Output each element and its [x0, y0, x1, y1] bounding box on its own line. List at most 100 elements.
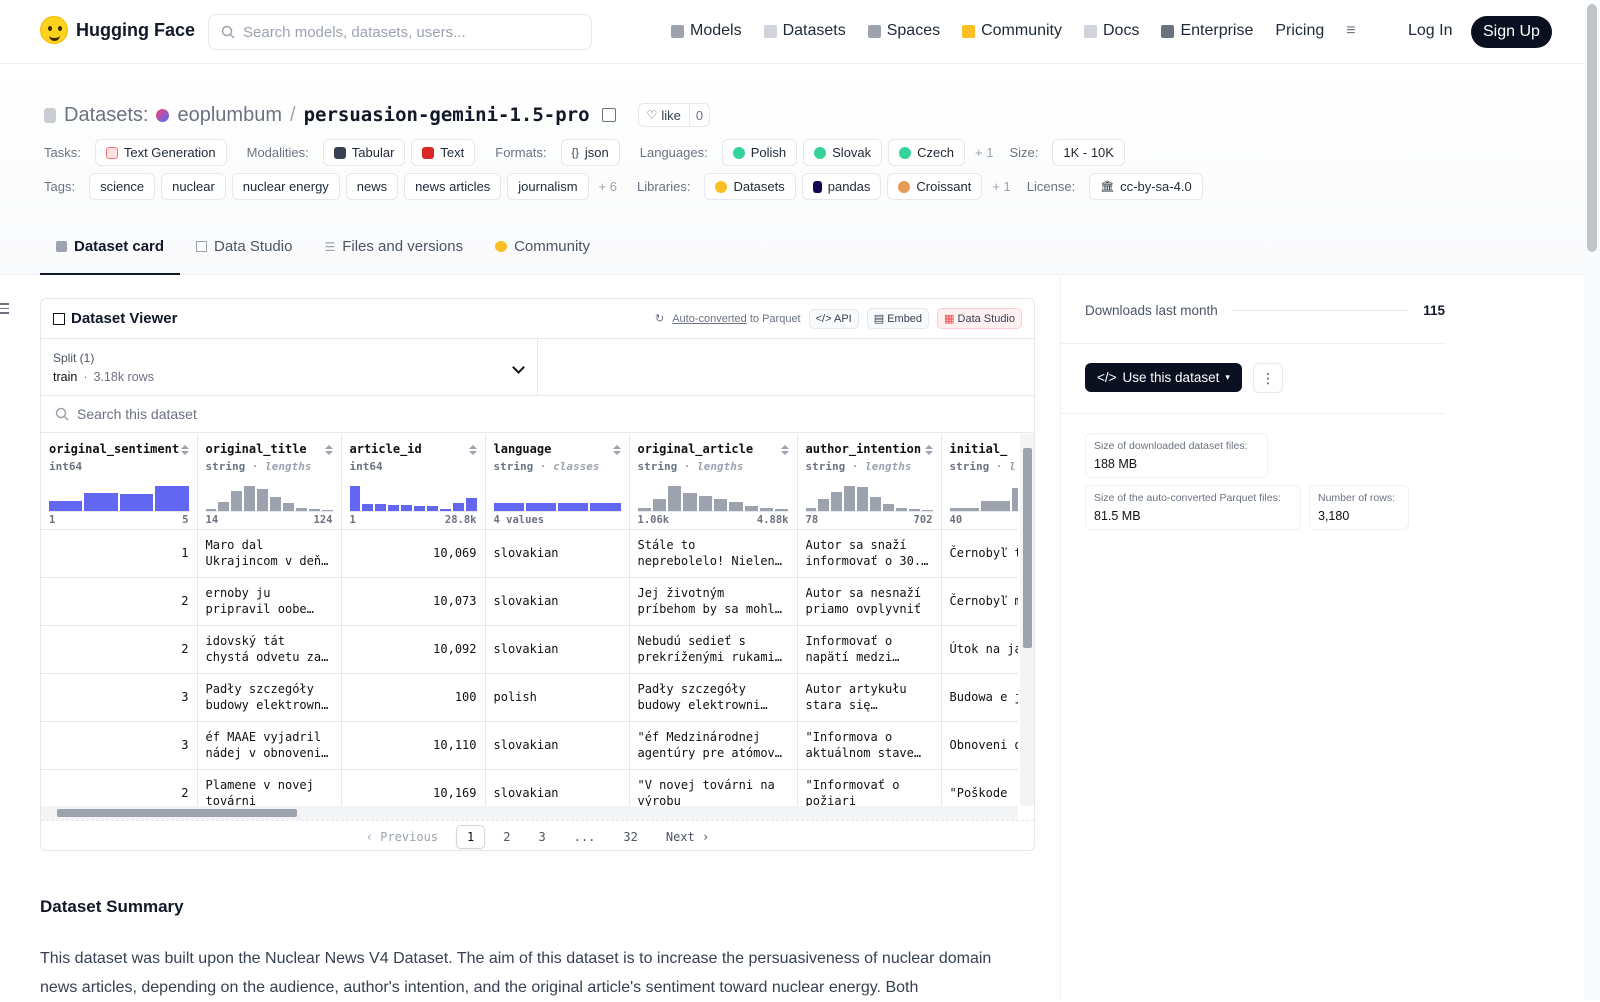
- table-row[interactable]: 2 Plamene v novej továrni 10,169 slovakian "…: [41, 769, 1018, 806]
- table-row[interactable]: 2 idovský tát chystá odvetu za útok 10,092…: [41, 625, 1018, 674]
- library-chip[interactable]: Datasets: [704, 173, 796, 200]
- tag-chip[interactable]: news articles: [404, 173, 502, 200]
- histogram-bar[interactable]: [949, 508, 979, 511]
- nav-enterprise[interactable]: Enterprise: [1150, 18, 1264, 44]
- next-page-button[interactable]: Next ›: [656, 826, 719, 848]
- table-cell[interactable]: Maro dal Ukrajincom v deň výročia: [197, 529, 342, 578]
- histogram-bar[interactable]: [921, 509, 933, 511]
- histogram-bar[interactable]: [270, 496, 281, 511]
- tab-data-studio[interactable]: Data Studio: [180, 238, 308, 275]
- scroll-thumb[interactable]: [57, 809, 297, 817]
- table-cell[interactable]: slovakian: [485, 721, 630, 770]
- sort-icon[interactable]: [612, 445, 621, 455]
- table-cell[interactable]: ernoby ju pripravil oobe zaujímavé: [197, 577, 342, 626]
- histogram-bar[interactable]: [525, 503, 556, 511]
- histogram-bar[interactable]: [119, 494, 154, 511]
- language-chip[interactable]: Slovak: [803, 139, 883, 166]
- histogram-bar[interactable]: [683, 493, 697, 511]
- histogram-bar[interactable]: [401, 505, 413, 511]
- table-cell[interactable]: Plamene v novej továrni: [197, 769, 342, 806]
- size-chip[interactable]: 1K - 10K: [1052, 139, 1125, 166]
- histogram-bar[interactable]: [759, 508, 774, 511]
- histogram-bar[interactable]: [980, 500, 1010, 511]
- histogram-bar[interactable]: [652, 499, 667, 511]
- page-button[interactable]: 1: [456, 824, 486, 849]
- histogram-bar[interactable]: [282, 503, 294, 511]
- table-cell[interactable]: Obnoveni dohody s: [941, 721, 1018, 770]
- histogram-bar[interactable]: [729, 501, 743, 511]
- table-row[interactable]: 3 éf MAAE vyjadril nádej v obnovenie doho…: [41, 721, 1018, 770]
- sort-icon[interactable]: [780, 445, 789, 455]
- table-cell[interactable]: 10,169: [341, 769, 486, 806]
- column-header[interactable]: original_article string · lengths 1.06k 4.8…: [629, 434, 798, 530]
- table-cell[interactable]: 3: [41, 673, 198, 722]
- histogram-bar[interactable]: [558, 503, 589, 511]
- histogram-bar[interactable]: [244, 485, 256, 511]
- histogram-bar[interactable]: [493, 503, 524, 511]
- histogram-bar[interactable]: [349, 485, 361, 511]
- table-cell[interactable]: "Informova o aktuálnom stave rokovaní: [797, 721, 942, 770]
- language-chip[interactable]: Czech: [888, 139, 966, 166]
- histogram-bar[interactable]: [375, 504, 387, 511]
- table-vertical-scrollbar[interactable]: [1020, 434, 1034, 806]
- histogram-bar[interactable]: [295, 507, 307, 511]
- page-button[interactable]: 2: [493, 826, 520, 848]
- table-row[interactable]: 1 Maro dal Ukrajincom v deň výročia 10,069…: [41, 529, 1018, 578]
- table-cell[interactable]: 10,069: [341, 529, 486, 578]
- format-chip[interactable]: {} json: [560, 139, 620, 166]
- table-cell[interactable]: "éf Medzinárodnej agentúry pre atómovú e…: [629, 721, 798, 770]
- previous-page-button[interactable]: ‹ Previous: [356, 826, 448, 848]
- histogram-bar[interactable]: [218, 501, 230, 511]
- nav-pricing[interactable]: Pricing: [1264, 18, 1335, 44]
- tab-community[interactable]: Community: [479, 238, 606, 275]
- brand-logo[interactable]: Hugging Face: [40, 16, 195, 44]
- tag-chip[interactable]: nuclear: [161, 173, 226, 200]
- table-row[interactable]: 2 ernoby ju pripravil oobe zaujímavé 10,07…: [41, 577, 1018, 626]
- histogram-bar[interactable]: [362, 503, 374, 511]
- modality-chip[interactable]: Text: [411, 139, 476, 166]
- languages-more[interactable]: + 1: [975, 145, 993, 160]
- histogram-bar[interactable]: [668, 485, 682, 511]
- table-cell[interactable]: slovakian: [485, 577, 630, 626]
- table-cell[interactable]: Jej životným príbehom by sa mohli inšpir…: [629, 577, 798, 626]
- table-cell[interactable]: Padły szczegóły budowy elektrowni jądrow…: [629, 673, 798, 722]
- histogram-bar[interactable]: [257, 489, 269, 511]
- histogram-bar[interactable]: [844, 485, 856, 511]
- nav-docs[interactable]: Docs: [1073, 18, 1150, 44]
- library-chip[interactable]: Croissant: [887, 173, 983, 200]
- column-header[interactable]: original_title string · lengths 14 124: [197, 434, 342, 530]
- histogram-bar[interactable]: [857, 486, 869, 511]
- histogram-bar[interactable]: [1012, 488, 1018, 511]
- sort-icon[interactable]: [924, 445, 933, 455]
- task-chip[interactable]: Text Generation: [94, 139, 227, 166]
- copy-icon[interactable]: [601, 108, 616, 122]
- tab-dataset-card[interactable]: Dataset card: [40, 238, 181, 275]
- histogram-bar[interactable]: [439, 509, 451, 511]
- tag-chip[interactable]: science: [89, 173, 156, 200]
- table-cell[interactable]: 10,110: [341, 721, 486, 770]
- histogram-bar[interactable]: [84, 493, 118, 511]
- nav-community[interactable]: Community: [951, 18, 1073, 44]
- nav-spaces[interactable]: Spaces: [857, 18, 951, 44]
- table-row[interactable]: 3 Padły szczegóły budowy elektrowni jądro…: [41, 673, 1018, 722]
- table-cell[interactable]: 2: [41, 577, 198, 626]
- table-horizontal-scrollbar[interactable]: [41, 806, 1018, 820]
- table-cell[interactable]: Nebudú sedieť s prekríženými rukami! Izr…: [629, 625, 798, 674]
- table-cell[interactable]: 10,092: [341, 625, 486, 674]
- tag-chip[interactable]: nuclear energy: [231, 173, 340, 200]
- column-header[interactable]: original_sentiment int64 1 5: [41, 434, 198, 530]
- libraries-more[interactable]: + 1: [992, 179, 1010, 194]
- sidebar-toggle-icon[interactable]: [0, 303, 10, 317]
- histogram-bar[interactable]: [155, 485, 189, 511]
- table-cell[interactable]: polish: [485, 673, 630, 722]
- histogram-bar[interactable]: [908, 509, 920, 511]
- table-cell[interactable]: slovakian: [485, 769, 630, 806]
- table-cell[interactable]: Budowa e jądrowej: [941, 673, 1018, 722]
- histogram-bar[interactable]: [49, 500, 83, 511]
- histogram-bar[interactable]: [775, 509, 789, 511]
- column-header[interactable]: language string · classes 4 values: [485, 434, 630, 530]
- tags-more[interactable]: + 6: [599, 179, 617, 194]
- page-button[interactable]: 32: [613, 826, 647, 848]
- library-chip[interactable]: pandas: [801, 173, 882, 200]
- api-button[interactable]: </> API: [808, 308, 859, 329]
